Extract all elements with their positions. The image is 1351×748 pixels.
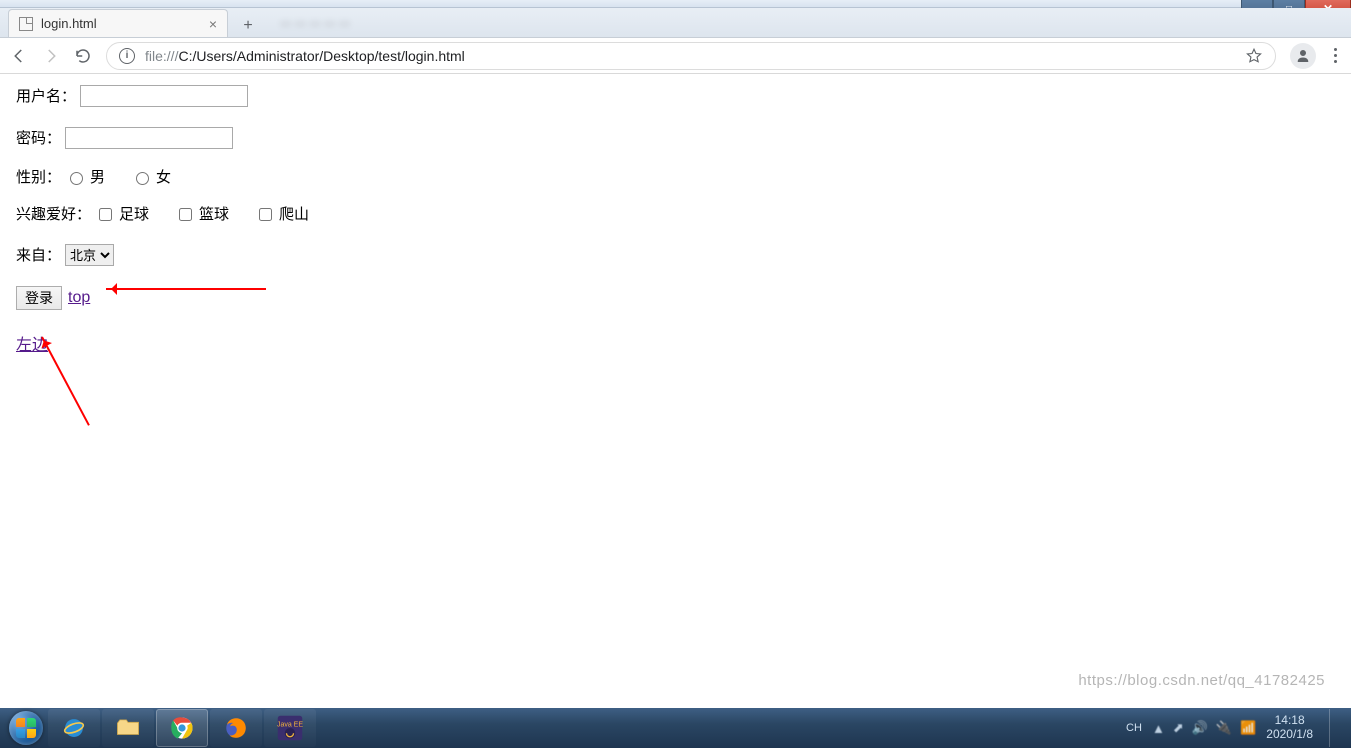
url-path: C:/Users/Administrator/Desktop/test/logi… xyxy=(178,48,464,64)
hobby-basketball-checkbox[interactable] xyxy=(179,208,192,221)
plus-icon: + xyxy=(243,17,252,35)
windows-orb-icon xyxy=(9,711,43,745)
taskbar-clock[interactable]: 14:18 2020/1/8 xyxy=(1266,714,1313,742)
row-gender: 性别： 男 女 xyxy=(16,169,1335,185)
chrome-icon xyxy=(168,714,196,742)
browser-toolbar: i file:///C:/Users/Administrator/Desktop… xyxy=(0,38,1351,74)
taskbar-chrome[interactable] xyxy=(156,709,208,747)
taskbar-eclipse[interactable]: Java EE xyxy=(264,709,316,747)
hobby-football-text: 足球 xyxy=(119,207,149,222)
background-window-blur: ▭ ▭ ▭ ▭ ▭ xyxy=(260,8,1231,37)
url-scheme: file:/// xyxy=(145,48,178,64)
nav-back-button[interactable] xyxy=(10,47,28,65)
tab-login[interactable]: login.html × xyxy=(8,9,228,37)
tray-icons[interactable]: ▲ ⬈ 🔊 🔌 📶 xyxy=(1152,720,1256,736)
browser-menu-button[interactable] xyxy=(1330,44,1341,67)
browser-tabbar: login.html × + ▭ ▭ ▭ ▭ ▭ xyxy=(0,8,1351,38)
row-left-link: 左边 xyxy=(16,338,1335,354)
tab-close-button[interactable]: × xyxy=(209,17,217,31)
system-tray: CH ▲ ⬈ 🔊 🔌 📶 14:18 2020/1/8 xyxy=(1126,709,1345,747)
annotation-arrow-top xyxy=(106,288,266,290)
ime-indicator[interactable]: CH xyxy=(1126,722,1142,734)
ie-icon xyxy=(60,714,88,742)
username-label: 用户名： xyxy=(16,89,76,104)
gender-male-text: 男 xyxy=(90,170,105,185)
tray-power-icon[interactable]: 🔌 xyxy=(1216,720,1232,736)
start-button[interactable] xyxy=(6,708,46,748)
tray-action-icon[interactable]: ⬈ xyxy=(1173,720,1184,736)
tray-network-icon[interactable]: 📶 xyxy=(1240,720,1256,736)
password-input[interactable] xyxy=(65,127,233,149)
tab-title: login.html xyxy=(41,16,97,31)
tray-chevron-icon[interactable]: ▲ xyxy=(1152,721,1165,736)
taskbar-ie[interactable] xyxy=(48,709,100,747)
gender-label: 性别： xyxy=(16,170,61,185)
row-hobby: 兴趣爱好： 足球 篮球 爬山 xyxy=(16,205,1335,224)
row-from: 来自： 北京 xyxy=(16,244,1335,266)
javaee-icon: Java EE xyxy=(276,714,304,742)
row-submit: 登录 top xyxy=(16,286,1335,310)
file-icon xyxy=(19,17,33,31)
hobby-label: 兴趣爱好： xyxy=(16,207,91,222)
taskbar-firefox[interactable] xyxy=(210,709,262,747)
firefox-icon xyxy=(222,714,250,742)
url-text: file:///C:/Users/Administrator/Desktop/t… xyxy=(145,48,465,64)
link-top[interactable]: top xyxy=(68,290,90,306)
gender-male-radio[interactable] xyxy=(70,172,83,185)
gender-female-text: 女 xyxy=(156,170,171,185)
site-info-icon[interactable]: i xyxy=(119,48,135,64)
new-tab-button[interactable]: + xyxy=(234,15,262,37)
clock-date: 2020/1/8 xyxy=(1266,728,1313,742)
password-label: 密码： xyxy=(16,131,61,146)
profile-avatar-button[interactable] xyxy=(1290,43,1316,69)
hobby-hiking-checkbox[interactable] xyxy=(259,208,272,221)
windows-taskbar: Java EE CH ▲ ⬈ 🔊 🔌 📶 14:18 2020/1/8 xyxy=(0,708,1351,748)
nav-forward-button[interactable] xyxy=(42,47,60,65)
address-bar[interactable]: i file:///C:/Users/Administrator/Desktop… xyxy=(106,42,1276,70)
from-label: 来自： xyxy=(16,248,61,263)
window-titlebar: — □ ✕ xyxy=(0,0,1351,8)
hobby-hiking-text: 爬山 xyxy=(279,207,309,222)
taskbar-explorer[interactable] xyxy=(102,709,154,747)
tray-volume-icon[interactable]: 🔊 xyxy=(1192,720,1208,736)
hobby-basketball-text: 篮球 xyxy=(199,207,229,222)
hobby-football-checkbox[interactable] xyxy=(99,208,112,221)
login-form: 用户名： 密码： 性别： 男 女 兴趣爱好： 足球 篮球 爬山 xyxy=(6,75,1345,364)
from-select[interactable]: 北京 xyxy=(65,244,114,266)
page-viewport: 用户名： 密码： 性别： 男 女 兴趣爱好： 足球 篮球 爬山 xyxy=(6,75,1345,701)
folder-icon xyxy=(114,714,142,742)
username-input[interactable] xyxy=(80,85,248,107)
gender-female-radio[interactable] xyxy=(136,172,149,185)
svg-text:Java EE: Java EE xyxy=(277,721,303,728)
login-button[interactable]: 登录 xyxy=(16,286,62,310)
row-username: 用户名： xyxy=(16,85,1335,107)
bookmark-star-icon[interactable] xyxy=(1245,47,1263,65)
watermark-text: https://blog.csdn.net/qq_41782425 xyxy=(1078,672,1325,689)
clock-time: 14:18 xyxy=(1266,714,1313,728)
show-desktop-button[interactable] xyxy=(1329,709,1341,747)
nav-reload-button[interactable] xyxy=(74,47,92,65)
row-password: 密码： xyxy=(16,127,1335,149)
